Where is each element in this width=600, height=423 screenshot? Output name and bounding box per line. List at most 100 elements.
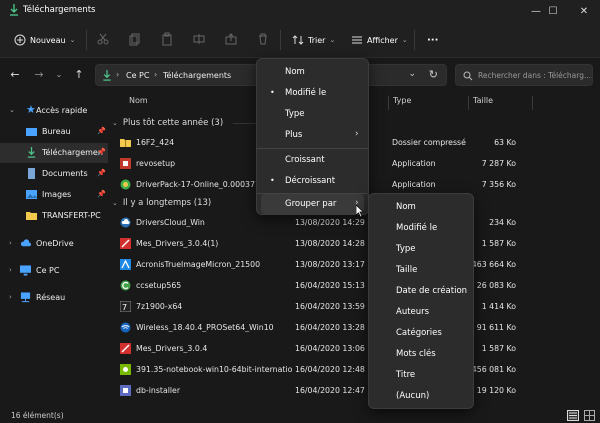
- sidebar-item-this-pc[interactable]: › Ce PC: [0, 261, 108, 281]
- column-divider[interactable]: [468, 96, 469, 110]
- column-divider[interactable]: [532, 96, 533, 110]
- menu-item-label: Décroissant: [285, 176, 336, 186]
- breadcrumb-downloads[interactable]: Téléchargements: [163, 71, 231, 80]
- table-row[interactable]: 7 7z1900-x64 16/04/2020 13:59 1 414 Ko: [108, 296, 600, 317]
- group-by-title[interactable]: Titre: [373, 365, 469, 385]
- sort-by-name[interactable]: Nom: [261, 62, 364, 82]
- sidebar-item-label: Bureau: [42, 127, 71, 136]
- group-by-type[interactable]: Type: [373, 239, 469, 259]
- group-by-created[interactable]: Date de création: [373, 281, 469, 301]
- image-icon: [26, 190, 37, 199]
- group-by-size[interactable]: Taille: [373, 260, 469, 280]
- tiles-view-icon[interactable]: [584, 410, 595, 421]
- group-by-authors[interactable]: Auteurs: [373, 302, 469, 322]
- sidebar-item-quick-access[interactable]: ⌄ ★ Accès rapide: [0, 101, 108, 121]
- pin-icon: 📌: [97, 148, 106, 156]
- sort-by-type[interactable]: Type: [261, 104, 364, 124]
- chevron-right-icon[interactable]: ›: [9, 293, 12, 301]
- column-header-name[interactable]: Nom: [129, 96, 148, 105]
- paste-icon[interactable]: [160, 32, 174, 46]
- sort-more[interactable]: Plus ›: [261, 125, 364, 145]
- share-icon[interactable]: [224, 32, 238, 46]
- sidebar-item-documents[interactable]: Documents 📌: [0, 164, 108, 184]
- file-name: 391.35-notebook-win10-64bit-internatio: [136, 365, 293, 374]
- chevron-down-icon[interactable]: ⌄: [9, 106, 15, 114]
- refresh-icon[interactable]: ↻: [429, 68, 438, 81]
- menu-item-label: Type: [396, 244, 416, 254]
- sidebar-item-desktop[interactable]: Bureau 📌: [0, 122, 108, 142]
- download-icon: [10, 4, 18, 16]
- table-row[interactable]: Wireless_18.40.4_PROSet64_Win10 16/04/20…: [108, 317, 600, 338]
- rename-icon[interactable]: [192, 32, 206, 46]
- group-header[interactable]: ⌄ Il y a longtemps (13): [112, 195, 211, 211]
- sidebar-item-label: Ce PC: [36, 266, 60, 275]
- sort-button[interactable]: Trier ⌄: [292, 32, 335, 48]
- chevron-down-icon[interactable]: ⌄: [408, 69, 416, 79]
- group-by-modified[interactable]: Modifié le: [373, 218, 469, 238]
- chevron-right-icon[interactable]: ›: [9, 266, 12, 274]
- group-by-tags[interactable]: Mots clés: [373, 344, 469, 364]
- back-arrow-icon[interactable]: ←: [8, 67, 22, 81]
- table-row[interactable]: ccsetup565 16/04/2020 15:13 26 083 Ko: [108, 275, 600, 296]
- file-size: 91 611 Ko: [476, 323, 516, 332]
- chevron-right-icon[interactable]: ›: [9, 239, 12, 247]
- sidebar-item-downloads[interactable]: Téléchargemen 📌: [0, 143, 108, 163]
- table-row[interactable]: AcronisTrueImageMicron_21500 13/08/2020 …: [108, 254, 600, 275]
- search-box[interactable]: Rechercher dans : Télécharg...: [455, 64, 593, 86]
- sidebar-item-network[interactable]: › Réseau: [0, 288, 108, 308]
- column-header-size[interactable]: Taille: [473, 96, 493, 105]
- more-options-button[interactable]: ···: [427, 32, 438, 48]
- sort-ascending[interactable]: Croissant: [261, 150, 364, 170]
- cloud-app-icon: [120, 217, 131, 228]
- group-title: Plus tôt cette année (3): [122, 118, 224, 128]
- file-size: 1 414 Ko: [481, 302, 516, 311]
- menu-divider: [257, 148, 368, 149]
- table-row[interactable]: db-installer 16/04/2020 12:47 19 120 Ko: [108, 380, 600, 401]
- history-chevron-icon[interactable]: ⌄: [52, 67, 66, 81]
- up-arrow-icon[interactable]: ↑: [72, 67, 86, 81]
- search-icon: [463, 71, 473, 81]
- file-date: 16/04/2020 12:48: [295, 365, 365, 374]
- mouse-cursor-icon: [356, 205, 365, 218]
- chevron-down-icon: ⌄: [69, 36, 76, 44]
- group-by[interactable]: Grouper par ›: [261, 194, 364, 214]
- group-by-none[interactable]: (Aucun): [373, 386, 469, 406]
- sidebar-item-onedrive[interactable]: › OneDrive: [0, 234, 108, 254]
- file-size: 26 083 Ko: [476, 281, 516, 290]
- group-by-name[interactable]: Nom: [373, 197, 469, 217]
- sidebar-item-transfert-pc[interactable]: TRANSFERT-PC: [0, 206, 108, 226]
- app-icon: [120, 238, 131, 249]
- group-header[interactable]: ⌄ Plus tôt cette année (3): [112, 115, 223, 131]
- search-placeholder: Rechercher dans : Télécharg...: [478, 70, 592, 80]
- forward-arrow-icon[interactable]: →: [32, 67, 46, 81]
- table-row[interactable]: DriversCloud_Win 13/08/2020 14:29 234 Ko: [108, 212, 600, 233]
- file-date: 16/04/2020 13:06: [295, 344, 365, 353]
- cut-icon[interactable]: [96, 32, 110, 46]
- table-row[interactable]: Mes_Drivers_3.0.4(1) 13/08/2020 14:28 1 …: [108, 233, 600, 254]
- download-icon: [27, 147, 36, 158]
- navigation-pane: ⌄ ★ Accès rapide Bureau 📌 Téléchargemen …: [0, 92, 108, 408]
- copy-icon[interactable]: [128, 32, 142, 46]
- group-by-categories[interactable]: Catégories: [373, 323, 469, 343]
- sort-descending[interactable]: • Décroissant: [261, 171, 364, 191]
- column-header-type[interactable]: Type: [393, 96, 411, 105]
- view-button[interactable]: Afficher ⌄: [351, 32, 408, 48]
- sidebar-item-images[interactable]: Images 📌: [0, 185, 108, 205]
- new-button[interactable]: Nouveau ⌄: [14, 32, 75, 48]
- table-row[interactable]: 391.35-notebook-win10-64bit-internatio 1…: [108, 359, 600, 380]
- details-view-icon[interactable]: [567, 410, 579, 421]
- breadcrumb-ce-pc[interactable]: Ce PC: [126, 71, 149, 80]
- close-button[interactable]: ✕: [568, 0, 600, 22]
- table-row[interactable]: Mes_Drivers_3.0.4 16/04/2020 13:06 1 587…: [108, 338, 600, 359]
- sort-by-modified[interactable]: • Modifié le: [261, 83, 364, 103]
- driverpack-icon: [120, 179, 131, 190]
- file-name: ccsetup565: [136, 281, 182, 290]
- maximize-button[interactable]: ☐: [537, 0, 569, 22]
- file-size: 7 287 Ko: [481, 159, 516, 168]
- file-date: 16/04/2020 13:28: [295, 323, 365, 332]
- delete-icon[interactable]: [256, 32, 270, 46]
- column-divider[interactable]: [388, 96, 389, 110]
- desktop-folder-icon: [26, 128, 37, 136]
- menu-item-label: Nom: [285, 67, 305, 77]
- file-name: 7z1900-x64: [136, 302, 183, 311]
